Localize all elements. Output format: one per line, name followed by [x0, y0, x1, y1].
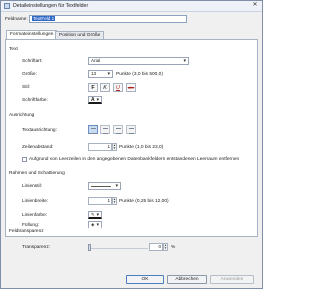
font-color-icon: A [91, 97, 95, 103]
chevron-down-icon: ▼ [182, 58, 187, 63]
size-value: 13 [91, 71, 97, 76]
line-width-input[interactable]: 1 [88, 197, 112, 205]
line-spacing-hint: Punkte (1,0 bis 23,0) [119, 145, 164, 150]
dialog-window: Detaileinstellungen für Textfelder ✕ Fel… [0, 0, 263, 289]
align-justify-icon [129, 128, 134, 134]
align-right-button[interactable] [113, 125, 123, 134]
chevron-down-icon: ▼ [95, 212, 100, 217]
fieldname-label: Feldname: [5, 17, 28, 22]
tab-position-und-groesse[interactable]: Position und Größe [55, 31, 105, 39]
transparency-unit: % [171, 245, 176, 250]
app-icon [4, 3, 10, 9]
size-label: Größe: [22, 72, 37, 77]
line-spacing-input[interactable]: 1 [88, 143, 112, 151]
font-color-picker[interactable]: A ▼ [88, 96, 102, 104]
transparency-label: Transparenz: [22, 245, 51, 250]
title-bar[interactable]: Detaileinstellungen für Textfelder ✕ [1, 1, 262, 12]
section-title-transparency: Feldtransparenz [9, 229, 44, 234]
apply-button[interactable]: Anwenden [210, 275, 254, 284]
size-select[interactable]: 13 ▼ [88, 70, 113, 78]
align-center-icon [103, 128, 108, 134]
transparency-input[interactable]: 0 [149, 243, 163, 251]
chevron-down-icon: ▼ [106, 71, 111, 76]
align-left-icon [91, 128, 96, 134]
style-label: Stil: [22, 85, 30, 90]
line-color-label: Linienfarbe: [22, 213, 48, 218]
align-justify-button[interactable] [126, 125, 136, 134]
italic-button[interactable]: K [100, 83, 110, 92]
size-hint: Punkte (3,0 bis 500,0) [116, 72, 163, 77]
bold-button[interactable]: F [88, 83, 98, 92]
font-label: Schriftart: [22, 59, 43, 64]
line-style-select[interactable]: ▼ [88, 182, 121, 190]
window-title: Detaileinstellungen für Textfelder [13, 3, 89, 9]
align-center-button[interactable] [100, 125, 110, 134]
transparency-stepper[interactable]: ▲ ▼ [163, 243, 168, 251]
paint-bucket-icon: ◈ [91, 222, 95, 227]
line-style-label: Linienstil: [22, 184, 42, 189]
fill-color-picker[interactable]: ◈ ▼ [88, 221, 102, 229]
pen-icon: ✎ [91, 212, 95, 217]
transparency-slider-track[interactable] [88, 248, 148, 249]
line-width-label: Linienbreite: [22, 199, 49, 204]
chevron-down-icon: ▼ [114, 183, 119, 188]
remove-blank-lines-label: Aufgrund von Leerzeilen in den angegeben… [29, 157, 240, 162]
fieldname-value: TextFeld 1 [32, 16, 56, 21]
align-right-icon [116, 128, 121, 134]
strikethrough-button[interactable]: abc [126, 83, 136, 92]
line-spacing-label: Zeilenabstand: [22, 145, 54, 150]
chevron-down-icon: ▼ [95, 222, 100, 227]
line-width-hint: Punkte (0,25 bis 12,00) [119, 199, 169, 204]
section-title-text: Text [9, 47, 18, 52]
font-value: Arial [91, 58, 101, 63]
line-style-preview [91, 186, 111, 187]
fill-label: Füllung: [22, 223, 40, 228]
section-title-alignment: Ausrichtung [9, 113, 35, 118]
fieldname-input[interactable]: TextFeld 1 [29, 15, 187, 23]
remove-blank-lines-checkbox[interactable] [22, 157, 27, 162]
close-icon[interactable]: ✕ [251, 2, 259, 9]
section-title-frame: Rahmen und Schattierung [9, 171, 65, 176]
line-color-picker[interactable]: ✎ ▼ [88, 211, 102, 219]
chevron-down-icon: ▼ [95, 97, 100, 102]
line-spacing-stepper[interactable]: ▲ ▼ [112, 143, 117, 151]
line-width-stepper[interactable]: ▲ ▼ [112, 197, 117, 205]
cancel-button[interactable]: Abbrechen [167, 275, 207, 284]
align-left-button[interactable] [88, 125, 98, 134]
ok-button[interactable]: OK [126, 275, 164, 284]
tab-panel [5, 39, 258, 237]
underline-button[interactable]: U [113, 83, 123, 92]
fontcolor-label: Schriftfarbe: [22, 98, 48, 103]
text-direction-label: Textausrichtung: [22, 128, 57, 133]
font-select[interactable]: Arial ▼ [88, 57, 189, 65]
transparency-slider-thumb[interactable] [88, 244, 91, 251]
